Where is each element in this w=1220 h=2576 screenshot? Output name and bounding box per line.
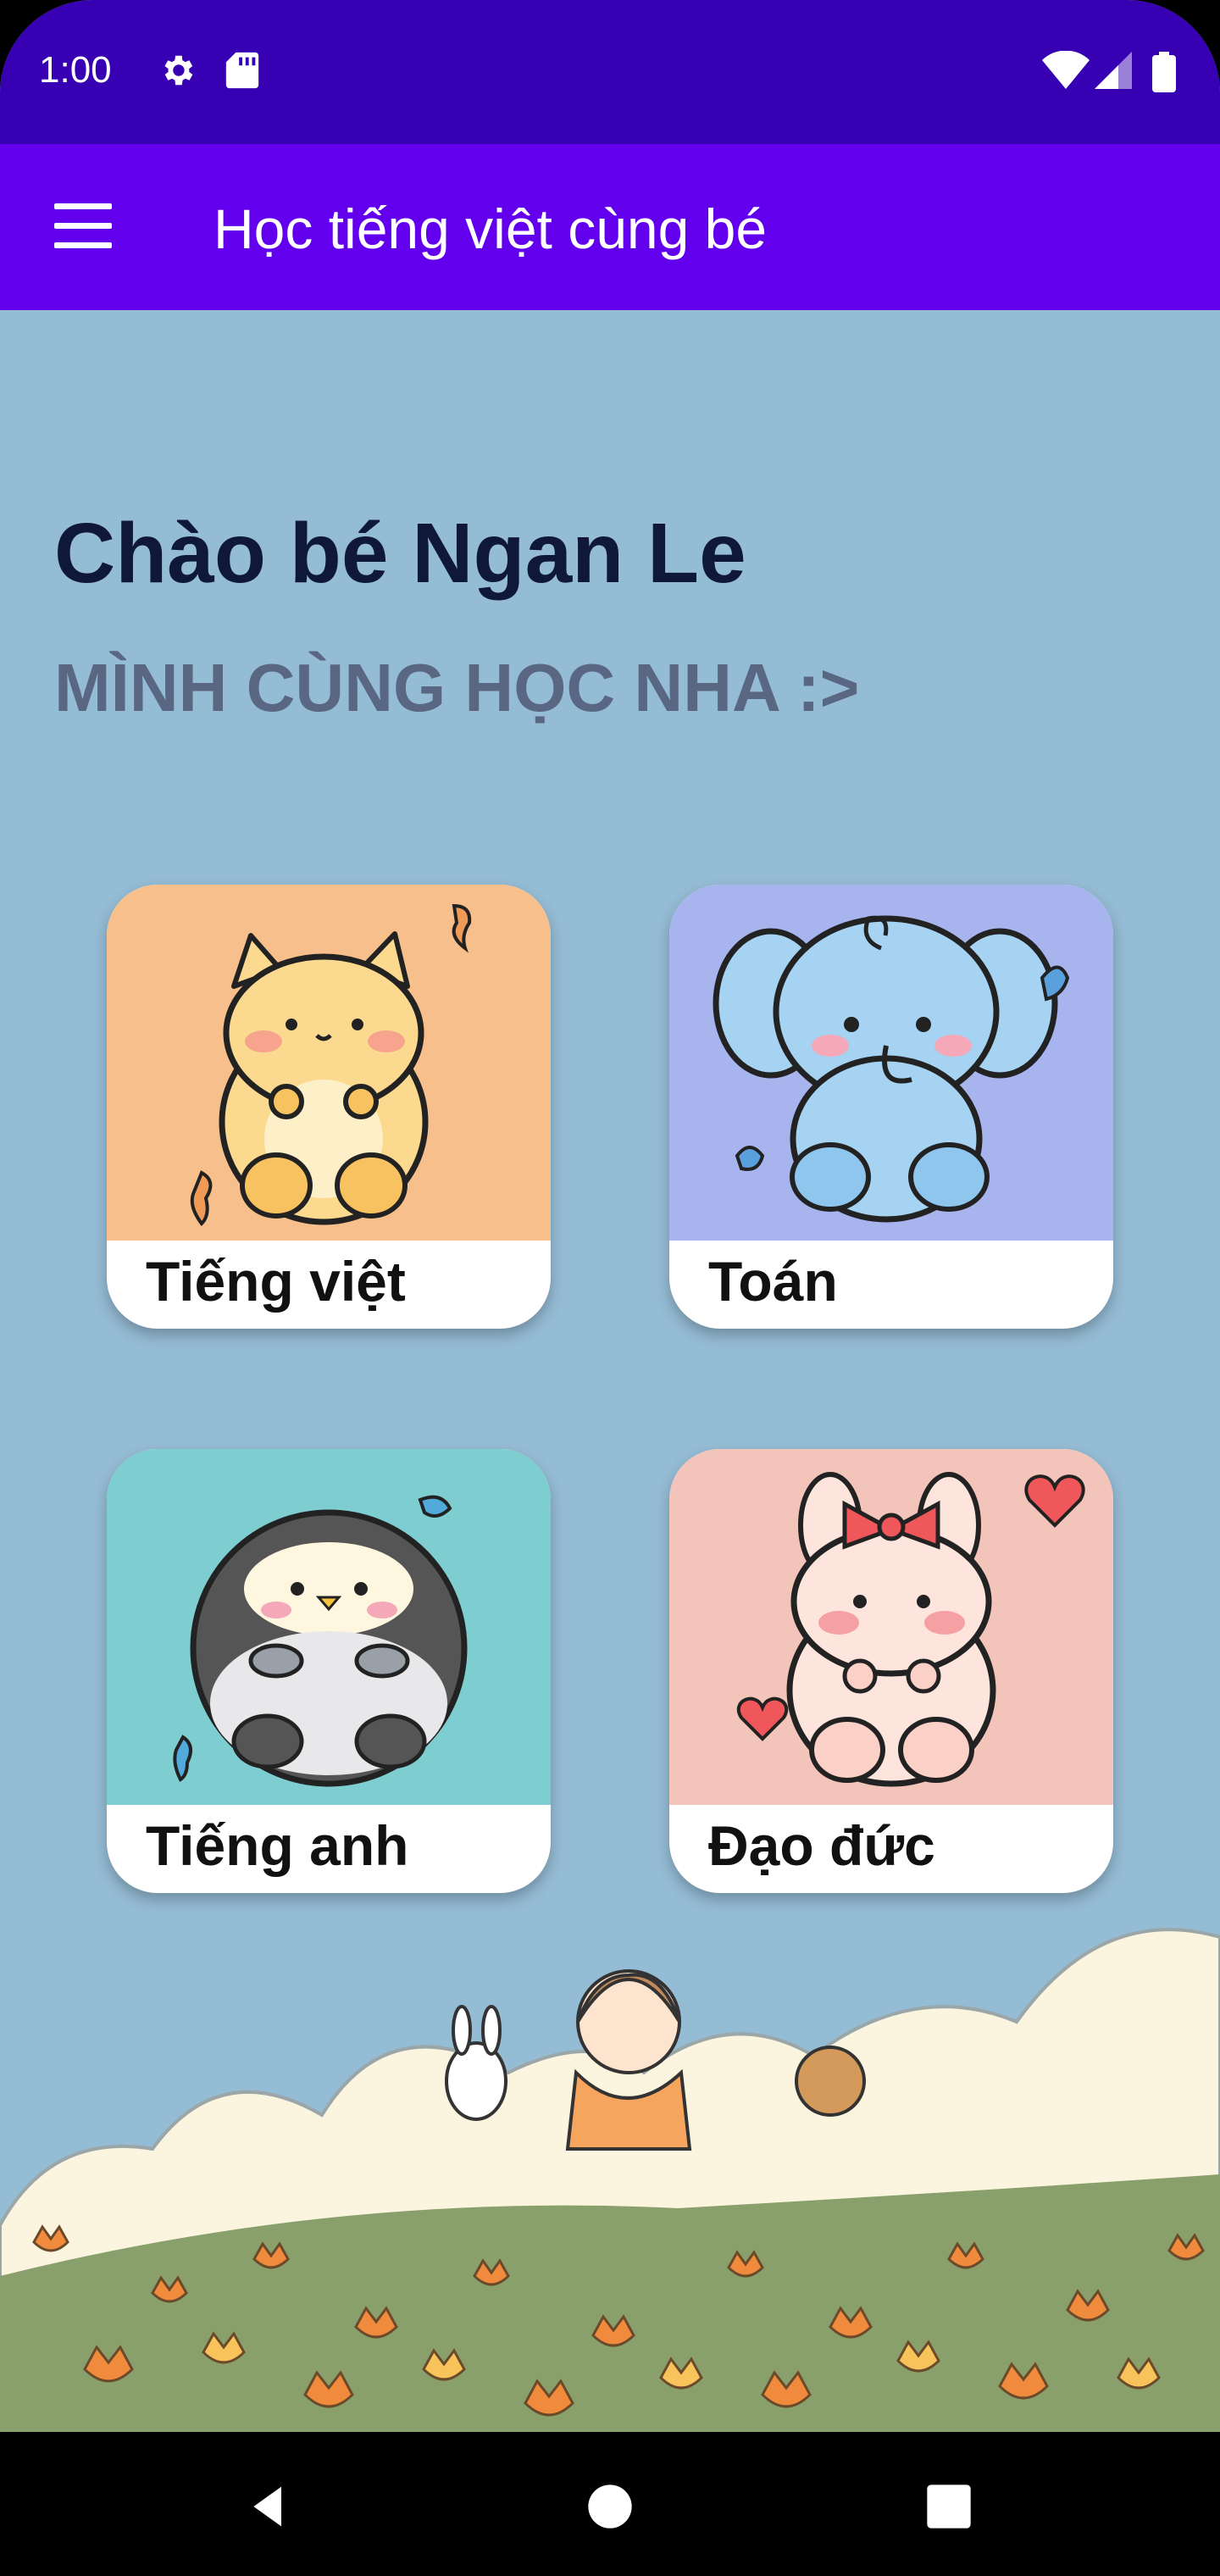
wifi-icon <box>1042 51 1090 89</box>
system-navigation-bar <box>0 2432 1220 2576</box>
signal-icon <box>1095 52 1132 89</box>
hamburger-menu-icon[interactable] <box>54 203 112 251</box>
app-bar: Học tiếng việt cùng bé <box>0 144 1220 310</box>
subject-label: Toán <box>708 1250 838 1313</box>
subject-card-tieng-viet[interactable]: Tiếng việt <box>107 885 551 1329</box>
settings-icon <box>164 55 193 86</box>
subject-card-toan[interactable]: Toán <box>669 885 1113 1329</box>
sd-card-icon <box>225 52 259 89</box>
elephant-illustration <box>669 885 1113 1241</box>
battery-icon <box>1152 52 1176 92</box>
recents-icon[interactable] <box>925 2483 973 2530</box>
main-content: Chào bé Ngan Le MÌNH CÙNG HỌC NHA :> Tiế… <box>0 310 1220 2432</box>
home-icon[interactable] <box>586 2483 634 2530</box>
status-time: 1:00 <box>39 49 112 91</box>
cat-illustration <box>107 885 551 1241</box>
app-title: Học tiếng việt cùng bé <box>214 197 768 260</box>
status-bar: 1:00 <box>0 0 1220 144</box>
back-icon[interactable] <box>246 2483 293 2530</box>
subject-label: Tiếng việt <box>146 1250 406 1313</box>
subtitle-text: MÌNH CÙNG HỌC NHA :> <box>54 650 860 725</box>
phone-screen: 1:00 Học tiếng việt cùng bé Chào bé Ngan… <box>0 0 1220 2576</box>
background-meadow-illustration <box>0 1928 1220 2432</box>
greeting-text: Chào bé Ngan Le <box>54 506 746 601</box>
